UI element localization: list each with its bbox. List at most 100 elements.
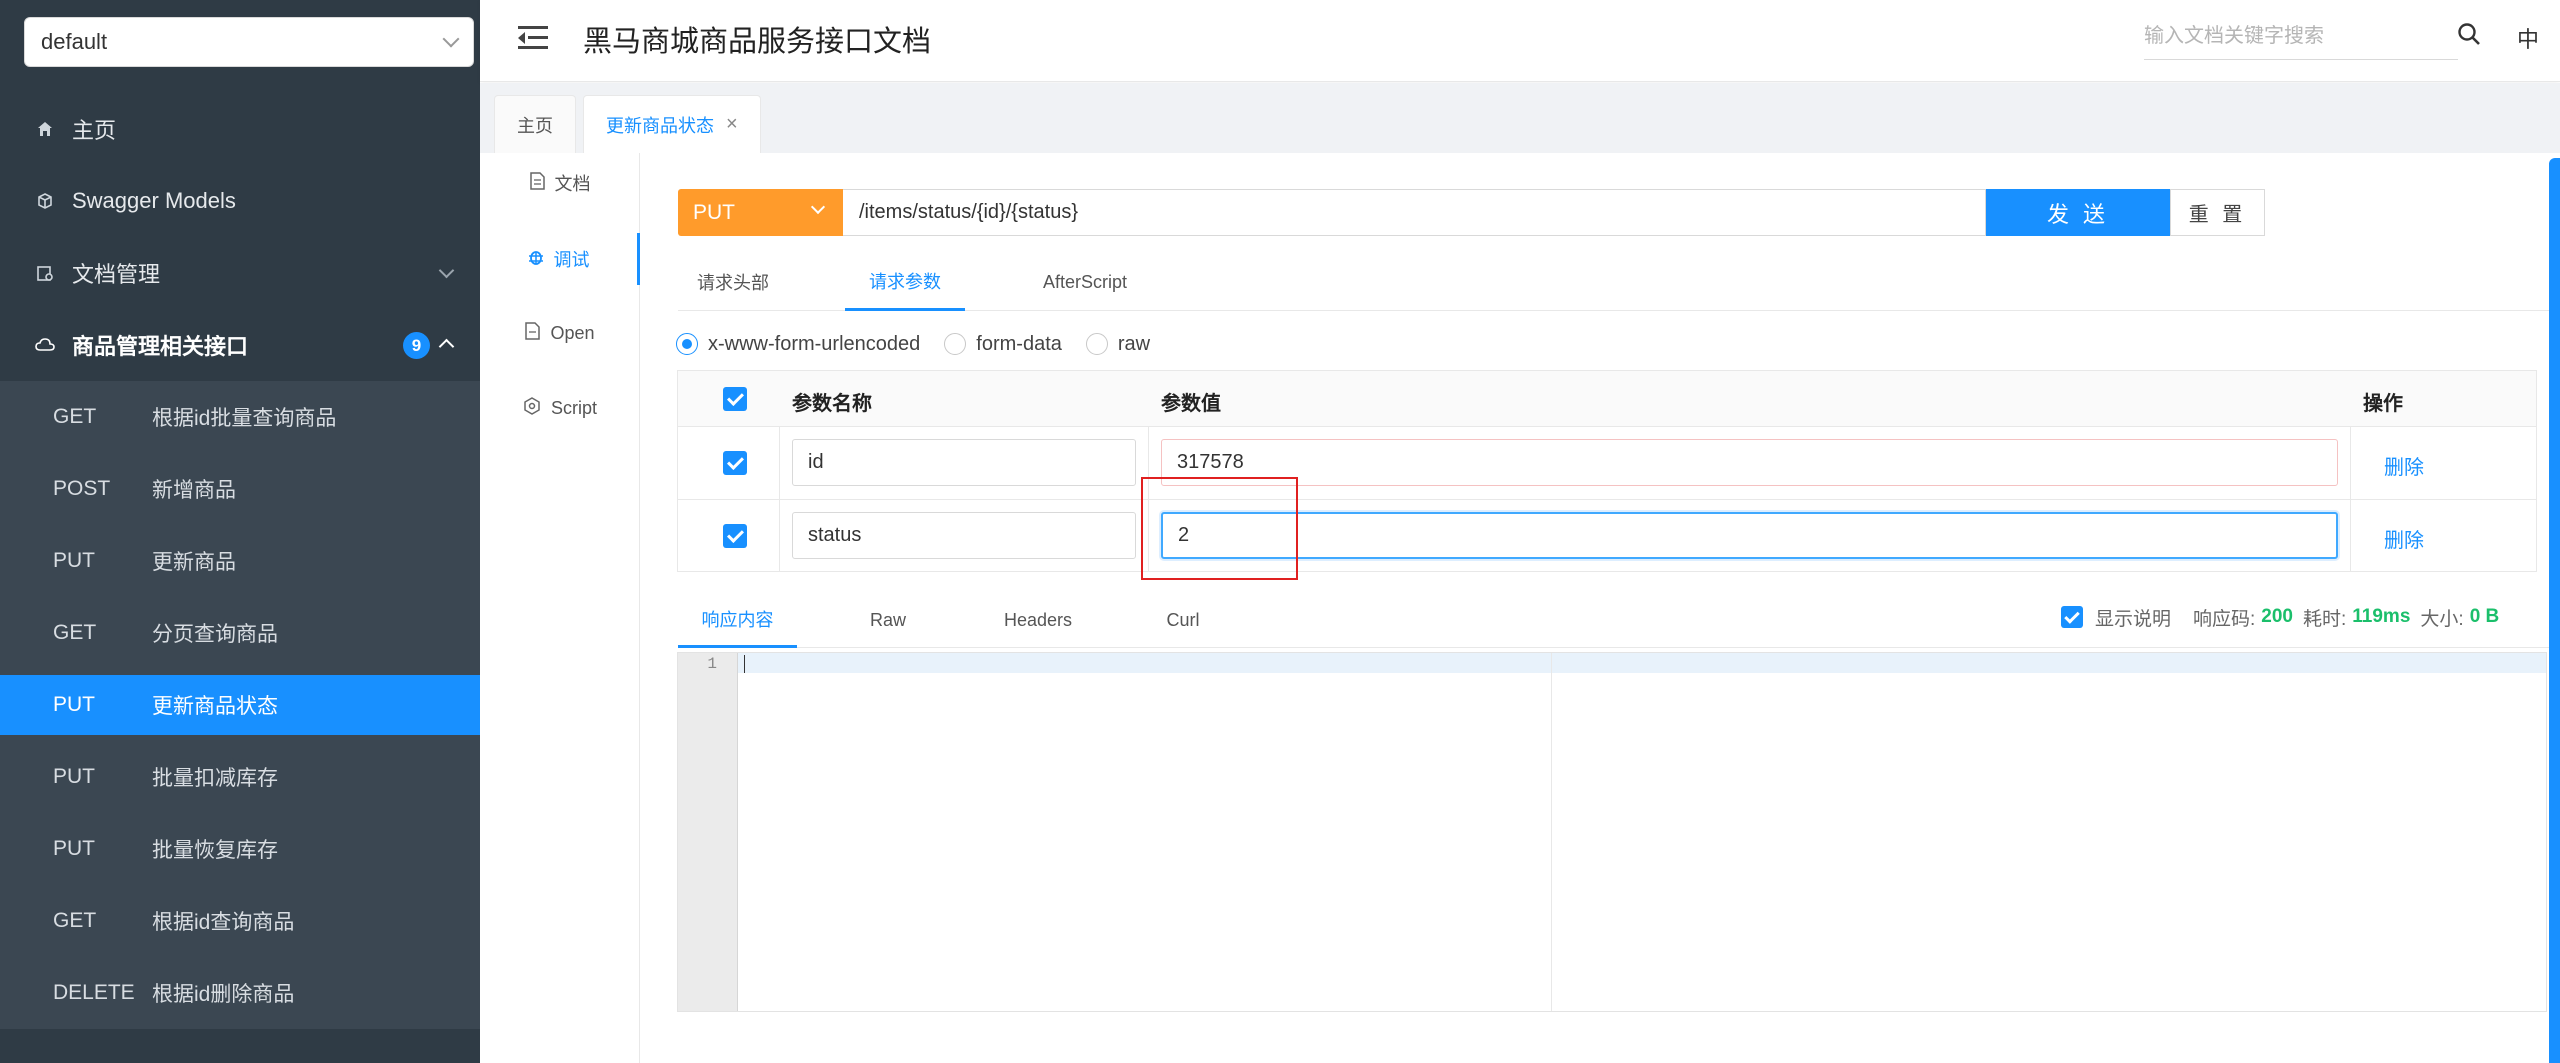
api-name: 根据id删除商品: [152, 983, 295, 1006]
print-margin: [1551, 653, 1552, 1011]
api-method: GET: [53, 621, 97, 644]
row-checkbox[interactable]: [723, 524, 747, 548]
api-item[interactable]: GET 根据id查询商品: [0, 891, 480, 951]
tab-label: Headers: [1003, 609, 1073, 630]
api-item[interactable]: POST 新增商品: [0, 459, 480, 519]
radio-raw[interactable]: raw: [1085, 333, 1150, 356]
api-item[interactable]: PUT 更新商品: [0, 531, 480, 591]
api-item[interactable]: PUT 批量扣减库存: [0, 747, 480, 807]
api-item[interactable]: GET 分页查询商品: [0, 603, 480, 663]
table-header: 参数名称 参数值 操作: [678, 371, 2536, 427]
send-button[interactable]: 发 送: [1986, 189, 2170, 236]
tab-label: Raw: [869, 609, 906, 630]
group-select-value: default: [41, 29, 108, 54]
tab-request-params[interactable]: 请求参数: [845, 253, 965, 311]
tab-label: 主页: [517, 115, 553, 136]
delete-link[interactable]: 删除: [2384, 451, 2424, 480]
tab-label: Curl: [1166, 609, 1200, 630]
response-size: 0 B: [2469, 606, 2500, 627]
vnav-debug[interactable]: 调试: [480, 233, 640, 285]
tab-label: 响应内容: [701, 609, 774, 630]
text-caret: [744, 655, 745, 673]
api-item[interactable]: PUT 批量恢复库存: [0, 819, 480, 879]
tab-raw[interactable]: Raw: [848, 592, 928, 648]
tab-curl[interactable]: Curl: [1143, 592, 1223, 648]
request-tabs: 请求头部 请求参数 AfterScript: [678, 253, 2560, 311]
show-desc-checkbox[interactable]: [2061, 606, 2083, 628]
column-header: 操作: [2363, 393, 2403, 415]
cloud-icon: [34, 334, 56, 356]
sidebar-item-label: Swagger Models: [72, 188, 236, 213]
api-item-active[interactable]: PUT 更新商品状态: [0, 675, 480, 735]
api-method: PUT: [53, 837, 95, 860]
param-value-input[interactable]: [1161, 512, 2338, 559]
radio-label: x-www-form-urlencoded: [708, 332, 921, 355]
params-table: 参数名称 参数值 操作 删除 删除: [677, 370, 2537, 572]
show-desc-label: 显示说明: [2095, 608, 2172, 630]
tab-label: 请求头部: [697, 273, 769, 293]
doc-debug-nav: 文档 调试 Open Script: [480, 153, 640, 1063]
tab-headers[interactable]: Headers: [988, 592, 1088, 648]
response-editor[interactable]: 1: [677, 652, 2547, 1012]
row-checkbox[interactable]: [723, 451, 747, 475]
api-method: PUT: [53, 693, 95, 716]
param-value-input[interactable]: [1161, 439, 2338, 486]
vnav-label: 调试: [553, 250, 590, 270]
search-icon[interactable]: [2456, 21, 2482, 47]
vnav-label: Open: [550, 322, 595, 343]
count-badge: 9: [403, 332, 430, 359]
page-scrollbar[interactable]: [2549, 158, 2560, 1063]
reset-button[interactable]: 重 置: [2170, 189, 2265, 236]
param-name-input[interactable]: [792, 439, 1136, 486]
api-name: 根据id批量查询商品: [152, 407, 337, 430]
method-value: PUT: [693, 200, 735, 224]
app-root: default 主页 Swagger Models 文档管理 商品管理相关接口 …: [0, 0, 2560, 1063]
select-all-checkbox[interactable]: [723, 387, 747, 411]
close-icon[interactable]: ×: [726, 113, 738, 136]
tab-after-script[interactable]: AfterScript: [1020, 253, 1150, 311]
method-select[interactable]: PUT: [678, 189, 843, 236]
chevron-down-icon: [438, 262, 455, 279]
delete-link[interactable]: 删除: [2384, 524, 2424, 553]
vnav-label: Script: [550, 397, 597, 418]
tab-update-status[interactable]: 更新商品状态 ×: [583, 95, 761, 153]
sidebar-item-doc-management[interactable]: 文档管理: [0, 237, 480, 309]
api-method: POST: [53, 477, 111, 500]
param-name-input[interactable]: [792, 512, 1136, 559]
api-name: 新增商品: [152, 479, 236, 502]
code-label: 响应码:: [2193, 608, 2256, 630]
api-item[interactable]: DELETE 根据id删除商品: [0, 963, 480, 1023]
radio-urlencoded[interactable]: x-www-form-urlencoded: [676, 333, 920, 356]
vnav-open[interactable]: Open: [480, 308, 640, 358]
table-row: 删除: [678, 427, 2536, 500]
sidebar-item-swagger-models[interactable]: Swagger Models: [0, 165, 480, 237]
tab-home[interactable]: 主页: [494, 95, 576, 153]
cube-icon: [34, 190, 56, 212]
radio-dot: [676, 333, 698, 355]
table-row: 删除: [678, 500, 2536, 573]
tab-response-content[interactable]: 响应内容: [678, 592, 797, 648]
radio-form-data[interactable]: form-data: [944, 333, 1062, 356]
menu-fold-icon[interactable]: [518, 24, 548, 52]
language-switch[interactable]: 中: [2517, 22, 2539, 54]
api-name: 分页查询商品: [152, 623, 278, 646]
vnav-doc[interactable]: 文档: [480, 158, 640, 208]
chevron-down-icon: [442, 30, 460, 48]
sidebar-item-home[interactable]: 主页: [0, 93, 480, 165]
search-input[interactable]: [2144, 14, 2458, 60]
sidebar-item-label: 商品管理相关接口: [72, 334, 249, 359]
api-item[interactable]: GET 根据id批量查询商品: [0, 387, 480, 447]
api-method: PUT: [53, 765, 95, 788]
tab-request-headers[interactable]: 请求头部: [678, 253, 788, 311]
radio-dot: [1085, 333, 1108, 355]
url-input[interactable]: [843, 189, 1986, 236]
vnav-script[interactable]: Script: [480, 383, 640, 433]
radio-dot: [944, 333, 967, 355]
api-name: 根据id查询商品: [152, 911, 295, 934]
active-line: [678, 653, 2546, 673]
column-header: 参数名称: [792, 393, 872, 415]
line-number: 1: [707, 655, 717, 673]
sidebar-item-product-apis[interactable]: 商品管理相关接口 9: [0, 309, 480, 381]
api-method: PUT: [53, 549, 95, 572]
group-select[interactable]: default: [24, 17, 474, 67]
